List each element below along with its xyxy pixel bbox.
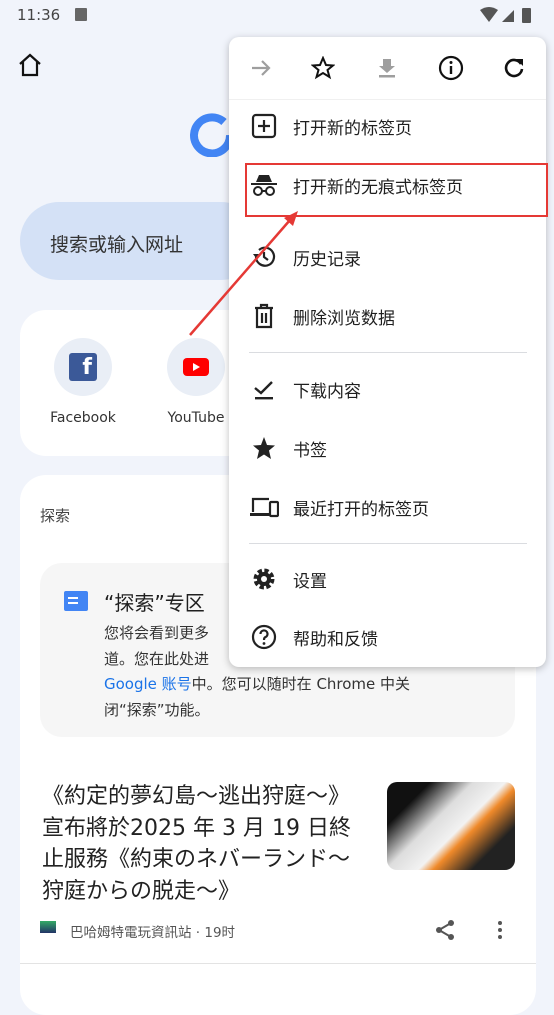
discover-title: 探索 — [40, 507, 71, 525]
share-icon[interactable] — [434, 919, 456, 941]
devices-icon — [249, 496, 279, 518]
help-icon — [249, 624, 279, 650]
shortcut-label: Facebook — [50, 410, 116, 426]
status-bar: 11:36 — [0, 0, 554, 30]
source-logo — [40, 921, 56, 933]
info-icon[interactable] — [436, 53, 466, 83]
menu-item-downloads[interactable]: 下载内容 — [229, 364, 546, 414]
trash-icon — [249, 303, 279, 329]
promo-heading: “探索”专区 — [104, 591, 205, 615]
bookmark-star-icon[interactable] — [308, 53, 338, 83]
star-icon — [249, 436, 279, 460]
status-time: 11:36 — [17, 6, 61, 24]
menu-item-clear-browsing-data[interactable]: 删除浏览数据 — [229, 291, 546, 341]
news-icon — [64, 591, 88, 611]
highlight-box — [245, 163, 548, 217]
article-thumbnail[interactable] — [387, 782, 515, 870]
wifi-signal-battery-icons — [480, 7, 531, 23]
menu-item-help-feedback[interactable]: 帮助和反馈 — [229, 612, 546, 662]
gear-icon — [249, 566, 279, 592]
menu-item-settings[interactable]: 设置 — [229, 554, 546, 604]
search-placeholder: 搜索或输入网址 — [50, 234, 184, 256]
download-icon[interactable] — [372, 53, 402, 83]
divider — [20, 963, 536, 964]
notification-icon — [75, 8, 87, 21]
overflow-menu: 打开新的标签页 打开新的无痕式标签页 历史记录 删除浏览数据 下载内容 书签 最… — [229, 37, 546, 667]
article-title[interactable]: 《約定的夢幻島～逃出狩庭～》宣布將於2025 年 3 月 19 日終止服務《約束… — [42, 781, 362, 907]
youtube-icon — [167, 338, 225, 396]
forward-icon[interactable] — [246, 53, 276, 83]
new-tab-icon — [249, 113, 279, 139]
menu-item-new-tab[interactable]: 打开新的标签页 — [229, 101, 546, 151]
search-box[interactable]: 搜索或输入网址 — [20, 202, 260, 280]
facebook-icon: f — [54, 338, 112, 396]
menu-item-recent-tabs[interactable]: 最近打开的标签页 — [229, 482, 546, 532]
more-options-icon[interactable] — [496, 919, 504, 941]
shortcut-facebook[interactable]: f Facebook — [30, 338, 136, 426]
menu-divider — [249, 352, 527, 353]
menu-item-bookmarks[interactable]: 书签 — [229, 423, 546, 473]
article-source: 巴哈姆特電玩資訊站 · 19时 — [70, 925, 236, 941]
google-account-link[interactable]: Google 账号 — [104, 675, 192, 693]
downloads-check-icon — [249, 377, 279, 401]
menu-divider — [249, 543, 527, 544]
refresh-icon[interactable] — [499, 53, 529, 83]
menu-toolbar — [229, 37, 546, 99]
home-icon[interactable] — [17, 53, 43, 77]
google-logo — [190, 113, 234, 157]
menu-item-history[interactable]: 历史记录 — [229, 232, 546, 282]
history-icon — [249, 244, 279, 270]
